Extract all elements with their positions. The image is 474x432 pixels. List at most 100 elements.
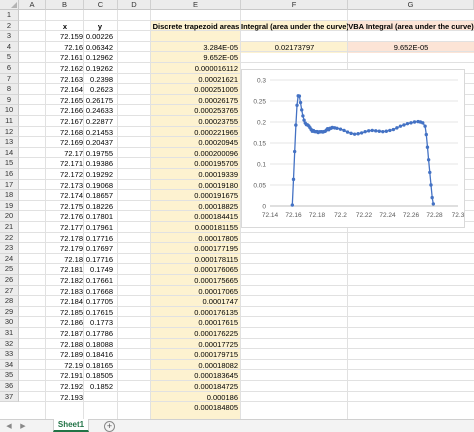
row-header[interactable]: 34 bbox=[0, 359, 19, 371]
row-header[interactable]: 20 bbox=[0, 211, 19, 222]
cell-x[interactable]: 72.177 bbox=[46, 222, 83, 233]
cell-trapezoid-area[interactable]: 0.00018825 bbox=[151, 201, 238, 212]
cell-y[interactable]: 0.17786 bbox=[84, 328, 113, 339]
cell-y[interactable]: 0.19068 bbox=[84, 180, 113, 191]
row-header[interactable]: 31 bbox=[0, 328, 19, 339]
cell-x[interactable]: 72.191 bbox=[46, 370, 83, 381]
cell-trapezoid-area[interactable]: 0.00021621 bbox=[151, 74, 238, 85]
cell-trapezoid-area[interactable]: 0.000177195 bbox=[151, 243, 238, 254]
row-header[interactable]: 18 bbox=[0, 190, 19, 201]
cell-trapezoid-area[interactable]: 0.000176065 bbox=[151, 264, 238, 275]
cell-trapezoid-area[interactable]: 0.000191675 bbox=[151, 190, 238, 201]
cell-y[interactable]: 0.18165 bbox=[84, 360, 113, 371]
cell-y[interactable]: 0.18226 bbox=[84, 201, 113, 212]
row-header[interactable]: 12 bbox=[0, 126, 19, 138]
row-header[interactable]: 5 bbox=[0, 52, 19, 63]
row-header[interactable]: 21 bbox=[0, 222, 19, 233]
cell-trapezoid-area[interactable]: 0.00017805 bbox=[151, 233, 238, 244]
cell-trapezoid-area[interactable]: 3.284E-05 bbox=[151, 42, 238, 53]
cell-y[interactable]: 0.21453 bbox=[84, 127, 113, 138]
row-header[interactable]: 8 bbox=[0, 84, 19, 95]
column-header-d[interactable]: D bbox=[118, 0, 151, 10]
cell-y[interactable]: 0.18657 bbox=[84, 190, 113, 201]
row-header[interactable]: 30 bbox=[0, 317, 19, 328]
row-header[interactable]: 24 bbox=[0, 253, 19, 265]
cell-trapezoid-area[interactable]: 0.00017615 bbox=[151, 317, 238, 328]
header-vba-integral[interactable]: VBA Integral (area under the curve) bbox=[348, 21, 474, 32]
cell-y[interactable]: 0.2398 bbox=[84, 74, 113, 85]
cell-x[interactable]: 72.182 bbox=[46, 275, 83, 286]
cell-y[interactable]: 0.22877 bbox=[84, 116, 113, 127]
cell-trapezoid-area[interactable]: 0.00017065 bbox=[151, 286, 238, 297]
cell-trapezoid-area[interactable]: 0.000221965 bbox=[151, 127, 238, 138]
cell-x[interactable]: 72.174 bbox=[46, 190, 83, 201]
cell-x[interactable]: 72.186 bbox=[46, 317, 83, 328]
cell-x[interactable]: 72.165 bbox=[46, 95, 83, 106]
cell-y[interactable]: 0.17801 bbox=[84, 211, 113, 222]
cell-trapezoid-area[interactable]: 9.652E-05 bbox=[151, 52, 238, 63]
cell-trapezoid-area[interactable]: 0.000184725 bbox=[151, 381, 238, 392]
cell-x[interactable]: 72.173 bbox=[46, 180, 83, 191]
cell-trapezoid-area[interactable]: 0.000016112 bbox=[151, 63, 238, 74]
cell-trapezoid-area[interactable]: 0.000183645 bbox=[151, 370, 238, 381]
cell-trapezoid-area[interactable]: 0.000184805 bbox=[151, 402, 238, 413]
cell-y[interactable]: 0.17716 bbox=[84, 233, 113, 244]
cell-y[interactable]: 0.2623 bbox=[84, 84, 113, 95]
row-header[interactable]: 28 bbox=[0, 296, 19, 307]
cell-trapezoid-area[interactable]: 0.000253765 bbox=[151, 105, 238, 116]
row-header[interactable]: 23 bbox=[0, 243, 19, 254]
row-header[interactable]: 36 bbox=[0, 381, 19, 392]
cell-x[interactable]: 72.171 bbox=[46, 158, 83, 169]
cell-x[interactable]: 72.167 bbox=[46, 116, 83, 127]
cell-y[interactable]: 0.17961 bbox=[84, 222, 113, 233]
integral-chart[interactable]: 0 0.05 0.1 0.15 0.2 0.25 0.3 72.14 72.16 72.18 72.… bbox=[241, 69, 465, 228]
cell-y[interactable]: 0.18416 bbox=[84, 349, 113, 360]
cell-x[interactable]: 72.181 bbox=[46, 264, 83, 275]
row-header[interactable]: 27 bbox=[0, 285, 19, 297]
cell-trapezoid-area[interactable]: 0.000184415 bbox=[151, 211, 238, 222]
cell-y[interactable]: 0.20437 bbox=[84, 137, 113, 148]
cell-x[interactable]: 72.17 bbox=[46, 148, 83, 159]
row-header[interactable]: 35 bbox=[0, 370, 19, 381]
cell-x[interactable]: 72.162 bbox=[46, 63, 83, 74]
cell-trapezoid-area[interactable]: 0.00020945 bbox=[151, 137, 238, 148]
cell-y[interactable]: 0.19292 bbox=[84, 169, 113, 180]
row-header[interactable]: 4 bbox=[0, 41, 19, 53]
row-header[interactable]: 14 bbox=[0, 147, 19, 159]
header-discrete-areas[interactable]: Discrete trapezoid areas bbox=[151, 21, 241, 32]
header-integral[interactable]: Integral (area under the curve) bbox=[241, 21, 348, 32]
row-header[interactable]: 1 bbox=[0, 10, 19, 21]
cell-y[interactable]: 0.17668 bbox=[84, 286, 113, 297]
cell-y[interactable]: 0.17716 bbox=[84, 254, 113, 265]
cell-trapezoid-area[interactable]: 0.000251005 bbox=[151, 84, 238, 95]
cell-trapezoid-area[interactable]: 0.000176225 bbox=[151, 328, 238, 339]
row-header[interactable]: 6 bbox=[0, 63, 19, 74]
cell-trapezoid-area[interactable]: 0.000195705 bbox=[151, 158, 238, 169]
cell-trapezoid-area[interactable]: 0.00026175 bbox=[151, 95, 238, 106]
cell-x[interactable]: 72.188 bbox=[46, 339, 83, 350]
cell-x[interactable]: 72.179 bbox=[46, 243, 83, 254]
integral-value[interactable]: 0.02173797 bbox=[241, 42, 348, 53]
column-header-e[interactable]: E bbox=[151, 0, 241, 10]
cell-x[interactable]: 72.183 bbox=[46, 286, 83, 297]
select-all-corner[interactable] bbox=[0, 0, 19, 10]
cell-trapezoid-area[interactable]: 0.00023755 bbox=[151, 116, 238, 127]
cell-x[interactable]: 72.16 bbox=[46, 42, 83, 53]
cell-y[interactable]: 0.17697 bbox=[84, 243, 113, 254]
cell-y[interactable]: 0.1852 bbox=[84, 381, 113, 392]
plus-circle-icon[interactable]: + bbox=[104, 421, 115, 432]
row-header[interactable]: 29 bbox=[0, 306, 19, 318]
cell-x[interactable]: 72.163 bbox=[46, 74, 83, 85]
cell-x[interactable]: 72.161 bbox=[46, 52, 83, 63]
row-header[interactable]: 3 bbox=[0, 31, 19, 42]
cell-x[interactable]: 72.175 bbox=[46, 201, 83, 212]
cell-trapezoid-area[interactable]: 0.00019339 bbox=[151, 169, 238, 180]
spreadsheet-grid[interactable]: ABCDEFG 1 2 3 4 5 6 7 8 9 10 11 12 13 14 15 16 17 18 19 20 2… bbox=[0, 0, 474, 419]
cell-y[interactable]: 0.26175 bbox=[84, 95, 113, 106]
row-header[interactable]: 22 bbox=[0, 232, 19, 244]
cell-x[interactable]: 72.192 bbox=[46, 381, 83, 392]
column-header-a[interactable]: A bbox=[19, 0, 46, 10]
column-header-b[interactable]: B bbox=[46, 0, 84, 10]
cell-y[interactable]: 0.17661 bbox=[84, 275, 113, 286]
row-header[interactable]: 13 bbox=[0, 137, 19, 148]
